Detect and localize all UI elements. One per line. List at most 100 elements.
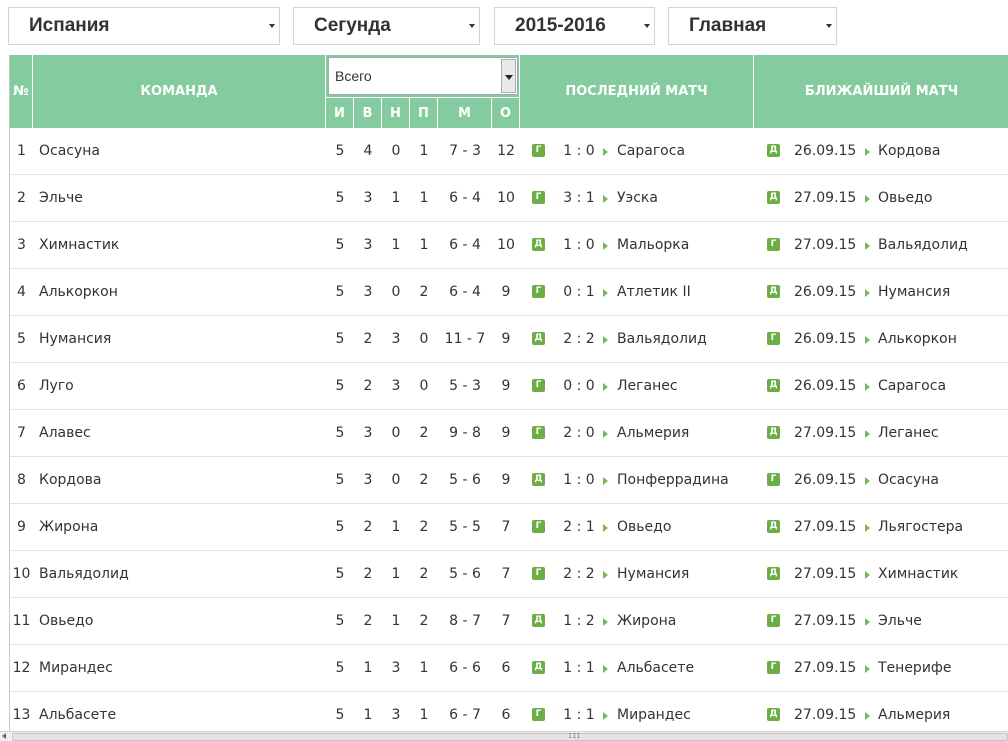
cell-position: 2 [17, 190, 26, 206]
last-venue-badge-icon: Д [532, 661, 545, 674]
cell-points: 12 [497, 143, 515, 159]
next-venue-badge-icon: Д [767, 379, 780, 392]
cell-points: 9 [501, 425, 511, 441]
last-venue-badge-icon: Г [532, 285, 545, 298]
next-match-arrow-icon [865, 336, 870, 344]
cell-next-date: 27.09.15 [794, 190, 857, 206]
cell-last-opponent[interactable]: Овьедо [617, 504, 752, 550]
cell-next-opponent[interactable]: Леганес [878, 410, 1008, 456]
cell-last-opponent[interactable]: Жирона [617, 598, 752, 644]
cell-draw: 3 [391, 378, 401, 394]
next-venue-badge-icon: Д [767, 285, 780, 298]
header-draw: Н [382, 97, 410, 128]
cell-team[interactable]: Мирандес [39, 645, 319, 691]
cell-draw: 3 [391, 331, 401, 347]
cell-next-opponent[interactable]: Эльче [878, 598, 1008, 644]
cell-team[interactable]: Осасуна [39, 128, 319, 174]
header-last-match: ПОСЛЕДНИЙ МАТЧ [520, 55, 754, 128]
cell-team[interactable]: Альбасете [39, 692, 319, 731]
cell-played: 5 [335, 660, 345, 676]
header-lost: П [410, 97, 438, 128]
cell-team[interactable]: Алавес [39, 410, 319, 456]
cell-draw: 3 [391, 660, 401, 676]
table-row[interactable]: 10 Вальядолид 5 2 1 2 5 - 6 7 2 : 2 Нумансия 27.09… [10, 551, 1008, 598]
cell-team[interactable]: Эльче [39, 175, 319, 221]
cell-goals: 6 - 6 [449, 660, 481, 676]
header-number: № [10, 55, 33, 128]
season-dropdown[interactable]: 2015-2016 [494, 7, 655, 45]
league-dropdown[interactable]: Сегунда [293, 7, 480, 45]
chevron-down-icon [826, 24, 832, 28]
last-venue-badge-icon: Г [532, 708, 545, 721]
cell-next-opponent[interactable]: Овьедо [878, 175, 1008, 221]
cell-last-score: 1 : 1 [563, 707, 595, 723]
cell-points: 6 [501, 660, 511, 676]
cell-next-opponent[interactable]: Сарагоса [878, 363, 1008, 409]
scrollbar-thumb[interactable] [12, 733, 1008, 741]
cell-next-opponent[interactable]: Тенерифе [878, 645, 1008, 691]
next-venue-badge-icon: Д [767, 520, 780, 533]
cell-next-opponent[interactable]: Альмерия [878, 692, 1008, 731]
cell-last-opponent[interactable]: Понферрадина [617, 457, 752, 503]
table-row[interactable]: 6 Луго 5 2 3 0 5 - 3 9 0 : 0 Леганес 26.09.15 Сараг… [10, 363, 1008, 410]
country-dropdown[interactable]: Испания [8, 7, 280, 45]
cell-last-opponent[interactable]: Альмерия [617, 410, 752, 456]
cell-team[interactable]: Нумансия [39, 316, 319, 362]
cell-next-opponent[interactable]: Химнастик [878, 551, 1008, 597]
cell-last-opponent[interactable]: Мальорка [617, 222, 752, 268]
next-venue-badge-icon: Д [767, 426, 780, 439]
cell-won: 3 [363, 472, 373, 488]
cell-team[interactable]: Жирона [39, 504, 319, 550]
cell-position: 10 [12, 566, 31, 582]
cell-next-opponent[interactable]: Вальядолид [878, 222, 1008, 268]
cell-lost: 1 [419, 707, 429, 723]
cell-position: 8 [17, 472, 26, 488]
scroll-left-arrow-icon[interactable] [2, 733, 6, 739]
table-row[interactable]: 11 Овьедо 5 2 1 2 8 - 7 7 1 : 2 Жирона 27.09.15 Эль… [10, 598, 1008, 645]
cell-lost: 1 [419, 143, 429, 159]
cell-last-opponent[interactable]: Мирандес [617, 692, 752, 731]
horizontal-scrollbar[interactable]: III [0, 731, 1008, 741]
view-dropdown[interactable]: Главная [668, 7, 837, 45]
table-row[interactable]: 12 Мирандес 5 1 3 1 6 - 6 6 1 : 1 Альбасете 27.09.… [10, 645, 1008, 692]
cell-last-opponent[interactable]: Нумансия [617, 551, 752, 597]
cell-team[interactable]: Вальядолид [39, 551, 319, 597]
cell-next-opponent[interactable]: Нумансия [878, 269, 1008, 315]
table-row[interactable]: 3 Химнастик 5 3 1 1 6 - 4 10 1 : 0 Мальорка 27.09.… [10, 222, 1008, 269]
table-row[interactable]: 4 Алькоркон 5 3 0 2 6 - 4 9 0 : 1 Атлетик II 26.09… [10, 269, 1008, 316]
table-row[interactable]: 8 Кордова 5 3 0 2 5 - 6 9 1 : 0 Понферрадина 26.09… [10, 457, 1008, 504]
table-row[interactable]: 13 Альбасете 5 1 3 1 6 - 761 : 1 Мирандес 27.09.… [10, 692, 1008, 731]
cell-team[interactable]: Алькоркон [39, 269, 319, 315]
cell-points: 10 [497, 190, 515, 206]
cell-last-opponent[interactable]: Альбасете [617, 645, 752, 691]
cell-played: 5 [335, 378, 345, 394]
last-venue-badge-icon: Г [532, 144, 545, 157]
cell-next-opponent[interactable]: Льягостера [878, 504, 1008, 550]
cell-won: 4 [363, 143, 373, 159]
cell-next-opponent[interactable]: Алькоркон [878, 316, 1008, 362]
chevron-down-icon[interactable] [501, 59, 516, 93]
cell-team[interactable]: Луго [39, 363, 319, 409]
last-venue-badge-icon: Г [532, 426, 545, 439]
last-match-arrow-icon [603, 665, 608, 673]
cell-team[interactable]: Овьедо [39, 598, 319, 644]
stats-scope-select[interactable]: Всего [328, 57, 518, 95]
last-match-arrow-icon [603, 383, 608, 391]
league-dropdown-value: Сегунда [314, 15, 391, 36]
cell-lost: 2 [419, 613, 429, 629]
table-row[interactable]: 1 Осасуна 5 4 0 1 7 - 3 12 1 : 0 Сарагоса 26.09.15… [10, 128, 1008, 175]
cell-draw: 1 [391, 237, 401, 253]
cell-last-opponent[interactable]: Сарагоса [617, 128, 752, 174]
table-row[interactable]: 2 Эльче 5 3 1 1 6 - 4 10 3 : 1 Уэска 27.09.15 Овьед… [10, 175, 1008, 222]
cell-next-opponent[interactable]: Кордова [878, 128, 1008, 174]
cell-team[interactable]: Химнастик [39, 222, 319, 268]
cell-team[interactable]: Кордова [39, 457, 319, 503]
cell-next-opponent[interactable]: Осасуна [878, 457, 1008, 503]
table-row[interactable]: 9 Жирона 5 2 1 2 5 - 5 7 2 : 1 Овьедо 27.09.15 Льяг… [10, 504, 1008, 551]
cell-last-opponent[interactable]: Атлетик II [617, 269, 752, 315]
cell-last-opponent[interactable]: Вальядолид [617, 316, 752, 362]
table-row[interactable]: 7 Алавес 5 3 0 2 9 - 8 9 2 : 0 Альмерия 27.09.15 Ле… [10, 410, 1008, 457]
cell-last-opponent[interactable]: Леганес [617, 363, 752, 409]
table-row[interactable]: 5 Нумансия 5 2 3 0 11 - 7 9 2 : 2 Вальядолид 26.09… [10, 316, 1008, 363]
cell-last-opponent[interactable]: Уэска [617, 175, 752, 221]
